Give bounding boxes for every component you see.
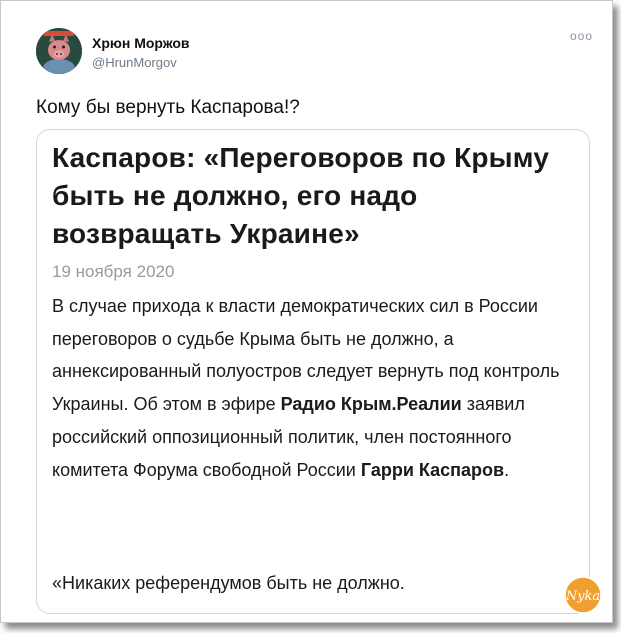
article-body: В случае прихода к власти демократически… xyxy=(52,290,582,486)
article-body-part: . xyxy=(504,459,510,480)
article-source-name: Радио Крым.Реалии xyxy=(280,394,462,415)
watermark-text: Nyka xyxy=(565,589,600,604)
more-options-icon[interactable]: ooo xyxy=(570,29,593,43)
screenshot-frame: Хрюн Моржов @HrunMorgov ooo Кому бы верн… xyxy=(0,0,613,623)
tweet: Хрюн Моржов @HrunMorgov ooo Кому бы верн… xyxy=(1,1,612,622)
author-handle[interactable]: @HrunMorgov xyxy=(92,55,177,70)
article-date: 19 ноября 2020 xyxy=(52,262,175,281)
article-person-name: Гарри Каспаров xyxy=(360,459,505,480)
watermark-logo: Nyka xyxy=(563,575,603,615)
article-headline: Каспаров: «Переговоров по Крыму быть не … xyxy=(52,142,550,249)
tweet-text: Кому бы вернуть Каспарова!? xyxy=(36,97,300,118)
avatar[interactable] xyxy=(36,28,82,74)
quoted-article-card[interactable]: Каспаров: «Переговоров по Крыму быть не … xyxy=(36,129,590,614)
article-quote: «Никаких референдумов быть не должно. xyxy=(52,573,405,593)
pig-avatar-icon xyxy=(36,28,82,74)
watermark-logo-icon: Nyka xyxy=(564,576,602,614)
author-name[interactable]: Хрюн Моржов xyxy=(92,35,190,51)
